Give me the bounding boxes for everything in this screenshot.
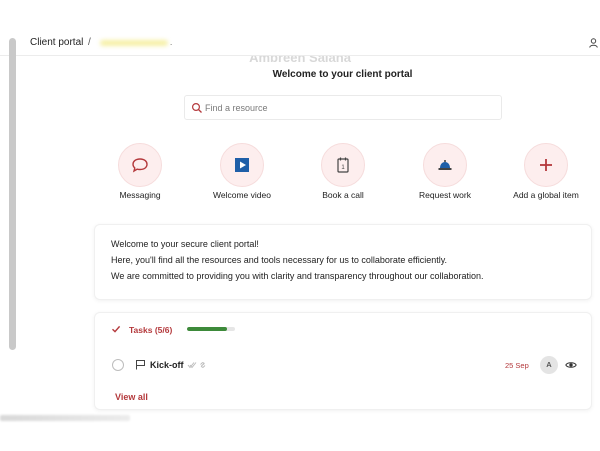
view-all-link[interactable]: View all — [115, 392, 148, 402]
tasks-progress-fill — [187, 327, 227, 331]
quick-action-messaging[interactable]: Messaging — [90, 143, 190, 203]
task-name[interactable]: Kick-off — [150, 360, 184, 370]
flag-icon — [136, 360, 145, 370]
tasks-card: Tasks (5/6) Kick-off 25 Sep A View all — [94, 312, 592, 410]
top-bar: Client portal / . — [0, 30, 600, 56]
welcome-message-line: Welcome to your secure client portal! — [111, 239, 259, 249]
quick-action-label: Messaging — [119, 190, 161, 200]
service-bell-icon — [438, 160, 452, 170]
quick-action-request-work[interactable]: Request work — [395, 143, 495, 203]
task-status-icons — [187, 362, 206, 369]
quick-action-book-call[interactable]: 1 Book a call — [293, 143, 393, 203]
user-icon[interactable] — [589, 38, 598, 48]
search-box[interactable] — [184, 95, 502, 120]
welcome-message-line: We are committed to providing you with c… — [111, 271, 484, 281]
vertical-scrollbar[interactable] — [9, 38, 16, 350]
welcome-title: Welcome to your client portal — [272, 69, 413, 80]
quick-action-label: Request work — [419, 190, 471, 200]
breadcrumb-separator: / — [88, 37, 91, 48]
search-icon — [191, 102, 202, 113]
messaging-tile-circle[interactable] — [118, 143, 162, 187]
tasks-progress-bar — [187, 327, 235, 331]
check-icon — [112, 325, 121, 333]
welcome-video-tile-circle[interactable] — [220, 143, 264, 187]
welcome-message-line: Here, you'll find all the resources and … — [111, 255, 448, 265]
quick-action-label: Add a global item — [513, 190, 579, 200]
plus-icon — [540, 159, 552, 171]
portal-banner-partial: Ambreen Saiana — [0, 56, 600, 62]
book-call-tile-circle[interactable]: 1 — [321, 143, 365, 187]
quick-action-add-global-item[interactable]: Add a global item — [496, 143, 596, 203]
breadcrumb-client-portal[interactable]: Client portal — [30, 37, 83, 48]
quick-action-label: Welcome video — [213, 190, 271, 200]
tasks-header[interactable]: Tasks (5/6) — [129, 325, 172, 335]
browser-status-text — [0, 415, 130, 421]
breadcrumb-redacted-name — [100, 40, 168, 46]
task-complete-checkbox[interactable] — [112, 359, 124, 371]
quick-action-welcome-video[interactable]: Welcome video — [192, 143, 292, 203]
chat-bubble-icon — [132, 158, 148, 173]
svg-text:1: 1 — [341, 165, 345, 171]
request-work-tile-circle[interactable] — [423, 143, 467, 187]
welcome-message-card: Welcome to your secure client portal! He… — [94, 224, 592, 300]
breadcrumb-trailing-dot: . — [170, 38, 173, 47]
eye-icon[interactable] — [565, 360, 577, 370]
quick-action-label: Book a call — [322, 190, 364, 200]
add-global-item-tile-circle[interactable] — [524, 143, 568, 187]
search-input[interactable] — [205, 101, 495, 115]
video-play-icon — [235, 158, 249, 172]
task-due-date: 25 Sep — [505, 361, 529, 370]
avatar[interactable]: A — [540, 356, 558, 374]
calendar-icon: 1 — [337, 157, 349, 173]
